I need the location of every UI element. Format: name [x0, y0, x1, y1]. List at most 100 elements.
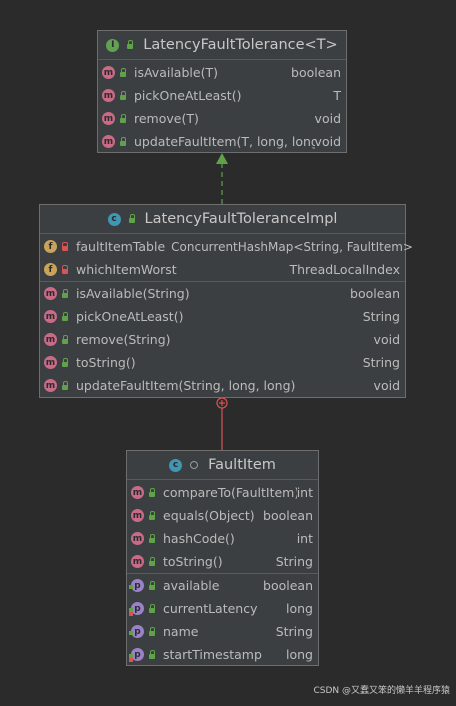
- field-type: ConcurrentHashMap<String, FaultItem>: [171, 239, 413, 254]
- field-name: faultItemTable: [76, 239, 166, 254]
- property-row[interactable]: p startTimestamp long: [127, 643, 318, 666]
- method-name: compareTo(FaultItem): [163, 485, 297, 500]
- property-type: String: [275, 624, 313, 639]
- method-type: boolean: [291, 65, 341, 80]
- method-name: updateFaultItem(String, long, long): [76, 378, 296, 393]
- method-icon: m: [131, 486, 144, 499]
- method-type: String: [362, 309, 400, 324]
- method-row[interactable]: m updateFaultItem(String, long, long) vo…: [40, 374, 405, 397]
- public-icon: [127, 214, 137, 224]
- method-icon: m: [102, 89, 115, 102]
- method-type: String: [362, 355, 400, 370]
- method-name: isAvailable(T): [134, 65, 218, 80]
- public-icon: [147, 556, 157, 567]
- method-icon: m: [131, 509, 144, 522]
- public-icon: [60, 380, 70, 391]
- method-type: void: [314, 134, 341, 149]
- field-row[interactable]: f whichItemWorst ThreadLocalIndex: [40, 258, 405, 281]
- method-type: boolean: [350, 286, 400, 301]
- method-name: remove(String): [76, 332, 171, 347]
- method-row[interactable]: m pickOneAtLeast() String: [40, 305, 405, 328]
- method-type: boolean: [263, 508, 313, 523]
- interface-title: LatencyFaultTolerance<T>: [143, 37, 338, 53]
- fault-item-node[interactable]: c FaultItem m compareTo(FaultItem) int m…: [126, 450, 319, 666]
- method-row[interactable]: m isAvailable(T) boolean: [98, 61, 346, 84]
- property-type: boolean: [263, 578, 313, 593]
- field-row[interactable]: f faultItemTable ConcurrentHashMap<Strin…: [40, 235, 413, 258]
- method-type: void: [314, 111, 341, 126]
- property-icon: p: [129, 579, 144, 592]
- public-icon: [147, 603, 157, 614]
- impl-class-node[interactable]: c LatencyFaultToleranceImpl f faultItemT…: [39, 204, 413, 398]
- property-icon: p: [129, 625, 144, 638]
- implements-arrowhead: [216, 153, 228, 164]
- method-row[interactable]: m hashCode() int: [127, 527, 318, 550]
- method-icon: m: [44, 356, 57, 369]
- interface-methods: m isAvailable(T) boolean m pickOneAtLeas…: [98, 60, 346, 153]
- impl-title: LatencyFaultToleranceImpl: [144, 211, 338, 227]
- fault-item-properties: p available boolean p currentLatency lon…: [127, 573, 318, 666]
- property-row[interactable]: p name String: [127, 620, 318, 643]
- fault-item-header: c FaultItem: [127, 451, 318, 480]
- method-icon: m: [44, 379, 57, 392]
- property-row[interactable]: p available boolean: [127, 574, 318, 597]
- method-icon: m: [44, 333, 57, 346]
- method-type: int: [296, 485, 313, 500]
- method-row[interactable]: m remove(T) void: [98, 107, 346, 130]
- interface-icon: I: [106, 38, 120, 52]
- method-row[interactable]: m compareTo(FaultItem) int: [127, 481, 318, 504]
- public-icon: [60, 288, 70, 299]
- method-icon: m: [131, 555, 144, 568]
- impl-fields: f faultItemTable ConcurrentHashMap<Strin…: [40, 234, 413, 281]
- property-type: long: [286, 647, 313, 662]
- fault-item-title: FaultItem: [208, 457, 276, 473]
- method-row[interactable]: m isAvailable(String) boolean: [40, 282, 405, 305]
- public-icon: [125, 40, 135, 50]
- method-icon: m: [102, 135, 115, 148]
- field-type: ThreadLocalIndex: [289, 262, 400, 277]
- property-icon: p: [129, 602, 144, 616]
- public-icon: [147, 510, 157, 521]
- private-icon: [60, 241, 70, 252]
- method-type: int: [296, 531, 313, 546]
- method-row[interactable]: m toString() String: [127, 550, 318, 573]
- class-icon: c: [107, 212, 121, 226]
- method-name: hashCode(): [163, 531, 235, 546]
- method-icon: m: [102, 66, 115, 79]
- method-name: pickOneAtLeast(): [76, 309, 184, 324]
- public-icon: [60, 357, 70, 368]
- method-name: equals(Object): [163, 508, 255, 523]
- property-name: name: [163, 624, 199, 639]
- public-icon: [118, 90, 128, 101]
- public-icon: [60, 311, 70, 322]
- interface-node[interactable]: I LatencyFaultTolerance<T> m isAvailable…: [97, 30, 347, 153]
- method-type: void: [373, 332, 400, 347]
- method-icon: m: [44, 287, 57, 300]
- public-icon: [118, 136, 128, 147]
- property-icon: p: [129, 648, 144, 662]
- public-icon: [147, 533, 157, 544]
- method-row[interactable]: m remove(String) void: [40, 328, 405, 351]
- public-icon: [147, 626, 157, 637]
- public-icon: [118, 67, 128, 78]
- method-row[interactable]: m pickOneAtLeast() T: [98, 84, 346, 107]
- property-row[interactable]: p currentLatency long: [127, 597, 318, 620]
- method-type: T: [333, 88, 341, 103]
- method-icon: m: [102, 112, 115, 125]
- method-row[interactable]: m toString() String: [40, 351, 405, 374]
- fault-item-methods: m compareTo(FaultItem) int m equals(Obje…: [127, 480, 318, 573]
- method-name: pickOneAtLeast(): [134, 88, 242, 103]
- public-icon: [147, 487, 157, 498]
- method-icon: m: [44, 310, 57, 323]
- interface-header: I LatencyFaultTolerance<T>: [98, 31, 346, 60]
- impl-methods: m isAvailable(String) boolean m pickOneA…: [40, 281, 405, 397]
- watermark: CSDN @又蠢又笨的懒羊羊程序猿: [313, 686, 450, 696]
- method-row[interactable]: m equals(Object) boolean: [127, 504, 318, 527]
- method-name: remove(T): [134, 111, 199, 126]
- method-name: toString(): [163, 554, 223, 569]
- method-row[interactable]: m updateFaultItem(T, long, long) void: [98, 130, 346, 153]
- property-name: available: [163, 578, 220, 593]
- method-type: void: [373, 378, 400, 393]
- property-name: startTimestamp: [163, 647, 262, 662]
- impl-header: c LatencyFaultToleranceImpl: [40, 205, 405, 234]
